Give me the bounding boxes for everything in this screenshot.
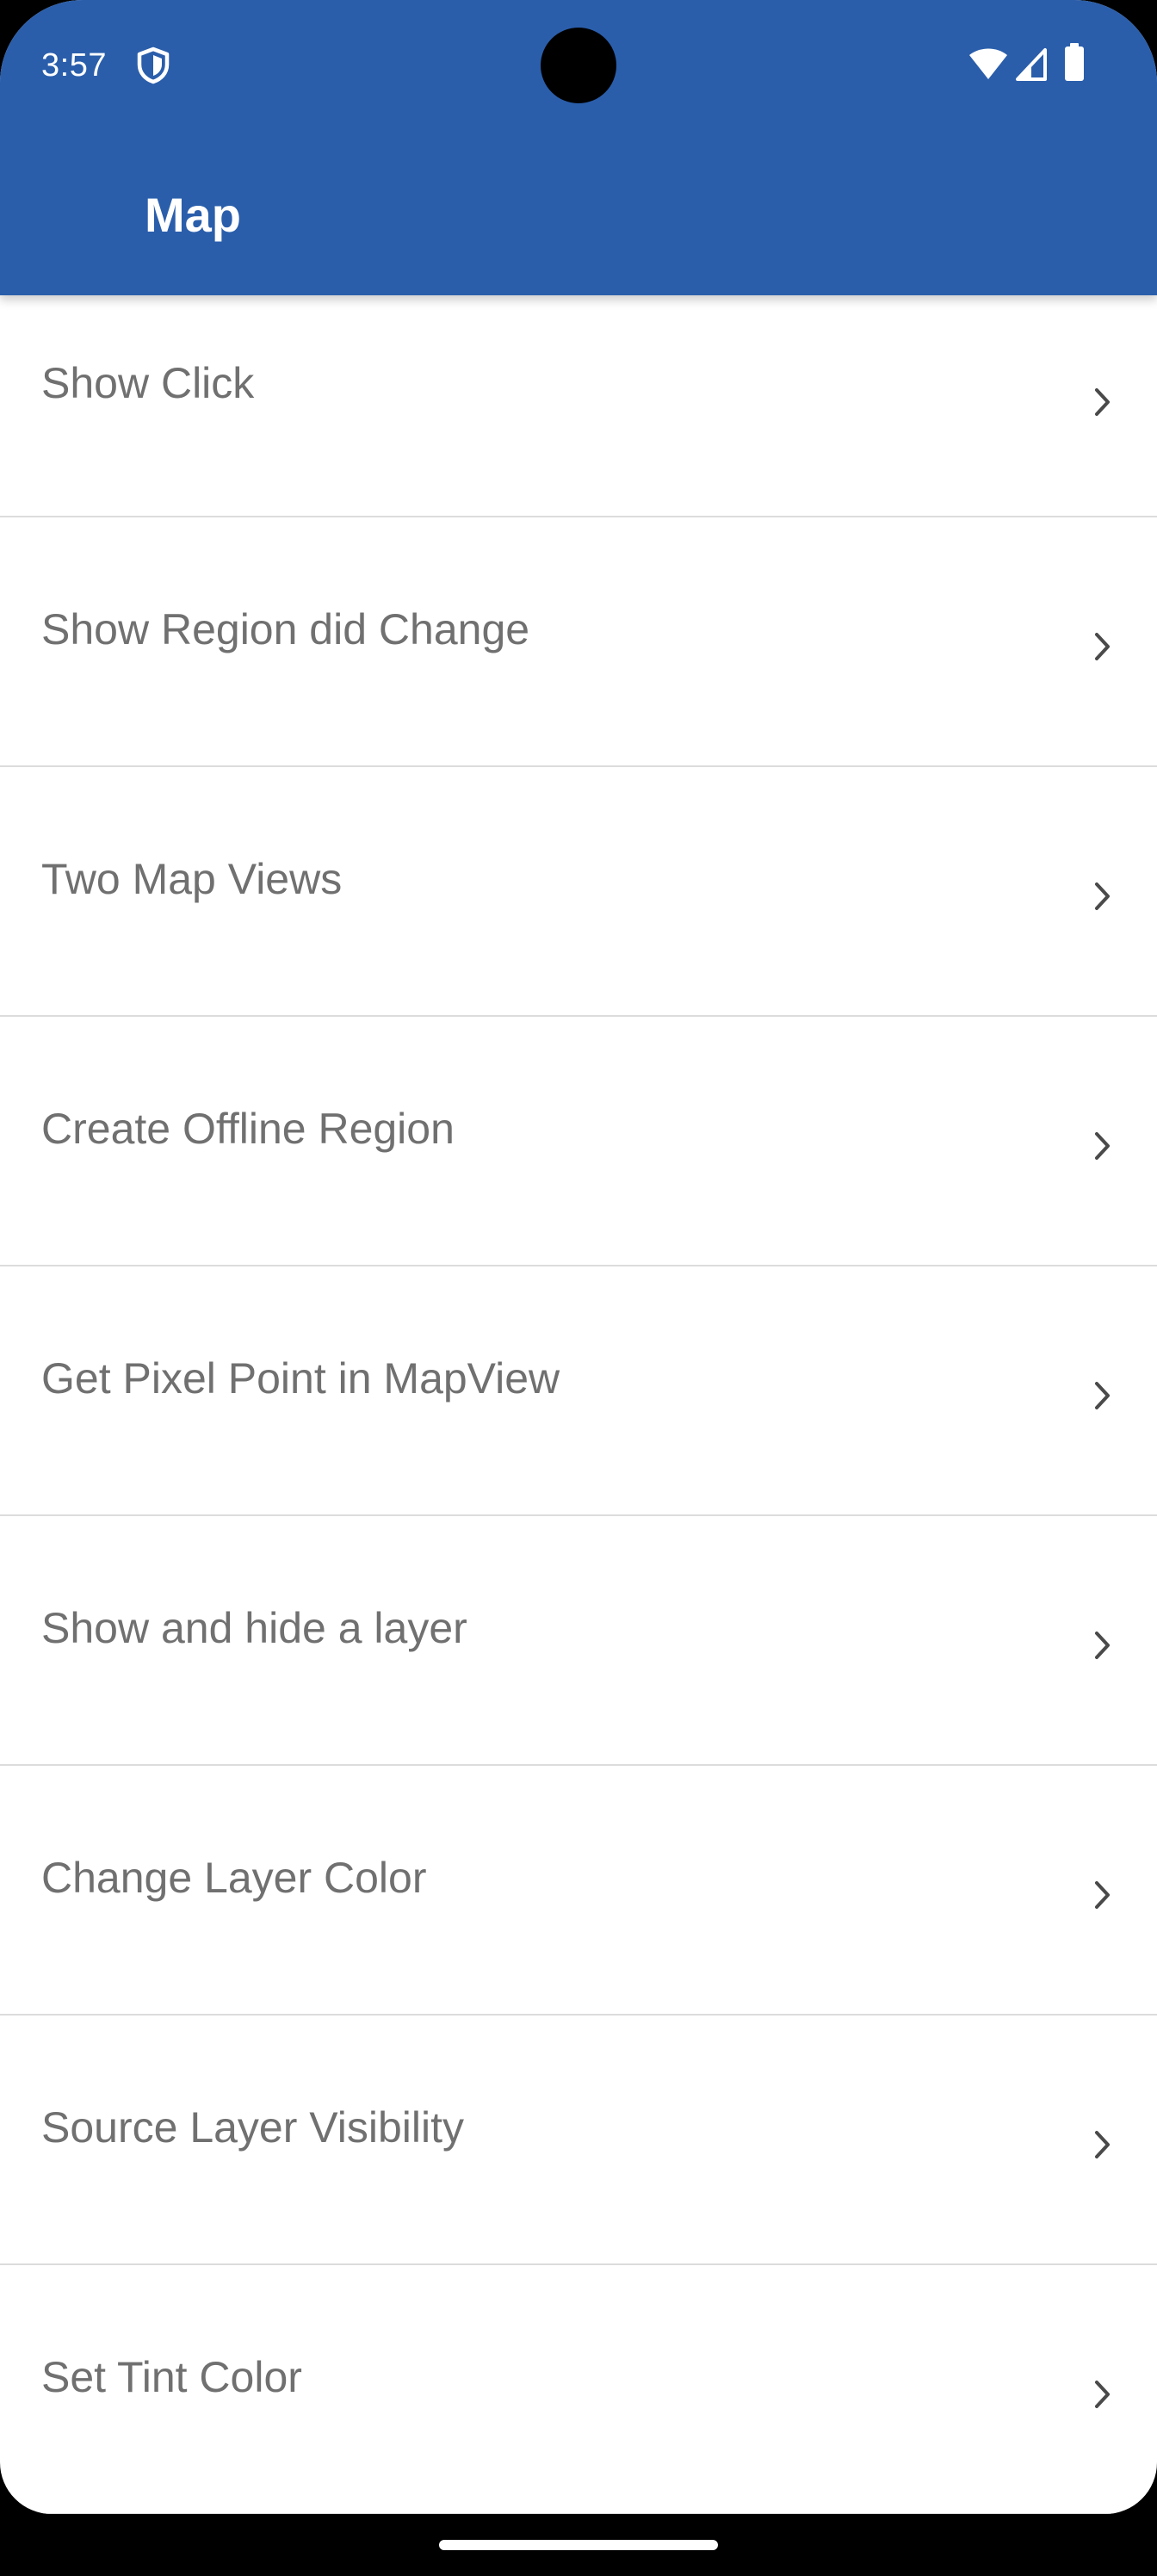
chevron-right-icon xyxy=(1095,388,1110,416)
list-item-source-layer-visibility[interactable]: Source Layer Visibility xyxy=(0,2016,1157,2265)
chevron-right-icon xyxy=(1095,2381,1110,2408)
list-item-show-region-did-change[interactable]: Show Region did Change xyxy=(0,517,1157,767)
camera-cutout xyxy=(541,28,616,103)
chevron-right-icon xyxy=(1095,1132,1110,1160)
cell-signal-icon xyxy=(1016,48,1047,81)
chevron-right-icon xyxy=(1095,2131,1110,2158)
app-bar-title: Map xyxy=(145,188,241,242)
battery-icon xyxy=(1065,43,1084,81)
list-item-label: Set Tint Color xyxy=(41,2353,302,2401)
list-item-create-offline-region[interactable]: Create Offline Region xyxy=(0,1017,1157,1266)
list-item-label: Show Click xyxy=(41,359,255,407)
app-screen: 3:57 Map Show Click Show Region did Chan… xyxy=(0,0,1157,2514)
chevron-right-icon xyxy=(1095,882,1110,910)
chevron-right-icon xyxy=(1095,633,1110,660)
list-item-label: Source Layer Visibility xyxy=(41,2103,464,2152)
shield-icon xyxy=(137,46,170,84)
status-time: 3:57 xyxy=(41,47,107,84)
wifi-icon xyxy=(969,48,1007,79)
list-item-two-map-views[interactable]: Two Map Views xyxy=(0,767,1157,1017)
list-item-label: Create Offline Region xyxy=(41,1105,455,1153)
list-item-set-tint-color[interactable]: Set Tint Color xyxy=(0,2265,1157,2514)
gesture-nav-handle[interactable] xyxy=(439,2540,718,2550)
chevron-right-icon xyxy=(1095,1632,1110,1659)
list-item-show-hide-layer[interactable]: Show and hide a layer xyxy=(0,1516,1157,1766)
list-item-label: Get Pixel Point in MapView xyxy=(41,1354,560,1403)
list-item-get-pixel-point[interactable]: Get Pixel Point in MapView xyxy=(0,1266,1157,1516)
list-item-change-layer-color[interactable]: Change Layer Color xyxy=(0,1766,1157,2016)
chevron-right-icon xyxy=(1095,1382,1110,1409)
chevron-right-icon xyxy=(1095,1881,1110,1909)
list-item-label: Show and hide a layer xyxy=(41,1604,467,1652)
examples-list: Show Click Show Region did Change Two Ma… xyxy=(0,295,1157,2514)
list-item-label: Show Region did Change xyxy=(41,605,530,653)
list-item-label: Change Layer Color xyxy=(41,1854,427,1902)
app-bar: 3:57 Map xyxy=(0,0,1157,295)
list-item-show-click[interactable]: Show Click xyxy=(0,295,1157,517)
list-item-label: Two Map Views xyxy=(41,855,343,903)
status-bar: 3:57 xyxy=(0,0,1157,131)
